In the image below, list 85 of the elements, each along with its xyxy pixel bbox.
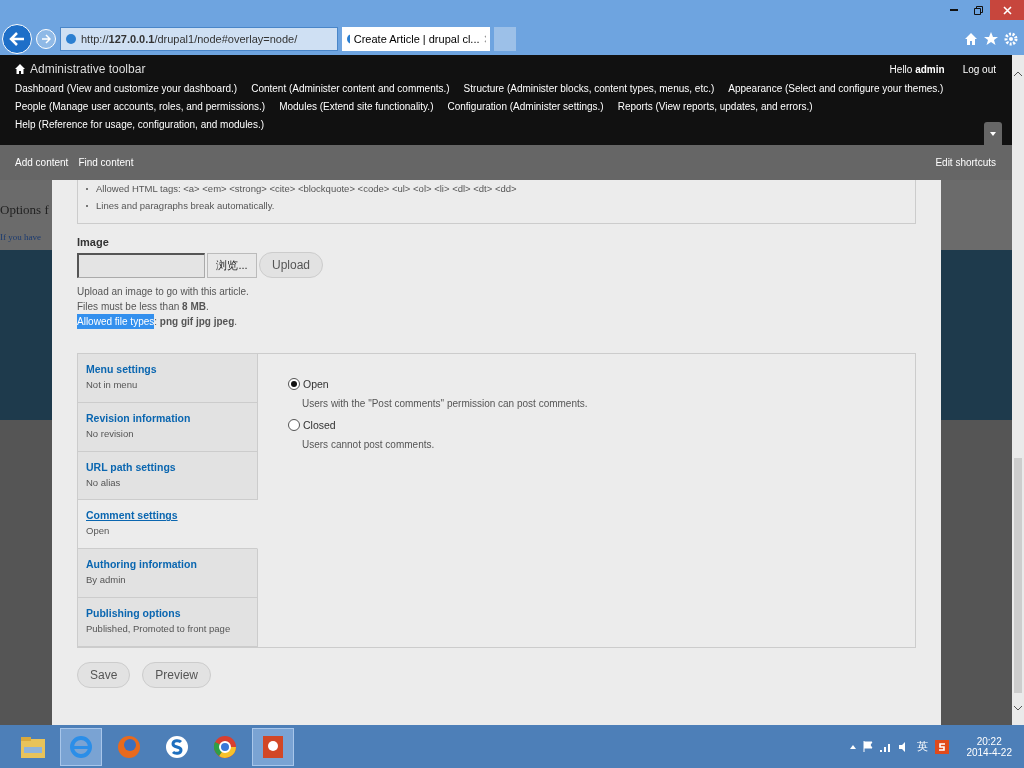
radio-button[interactable] [288,378,300,390]
url-text: http://127.0.0.1/drupal1/node#overlay=node/ [81,32,298,45]
home-icon[interactable] [15,64,25,74]
browser-tab[interactable]: Create Article | drupal cl... [342,26,490,51]
option-description: Users with the "Post comments" permission can post comments. [302,398,588,409]
tab-title: Create Article | drupal cl... [353,32,480,45]
scroll-up-icon[interactable] [1014,71,1022,77]
toolbar-title: Administrative toolbar [30,62,146,76]
menu-link[interactable]: Configuration (Administer settings.) [447,101,604,112]
caret-icon[interactable] [850,744,857,749]
arrow-right-icon [41,33,51,44]
restore-icon [973,5,983,15]
tab-title-link[interactable]: Comment settings [86,509,178,522]
radio-label: Open [303,378,329,390]
menu-link[interactable]: Appearance (Select and configure your themes.) [728,83,944,94]
logout-link[interactable]: Log out [962,63,996,75]
vertical-tab[interactable]: Authoring information By admin [78,549,258,599]
ime-indicator[interactable]: 英 [917,739,929,754]
form-button[interactable]: Save [77,662,131,688]
tab-summary: Open [86,525,110,537]
vertical-tab[interactable]: Publishing options Published, Promoted to front page [78,598,258,647]
page-heading: Options f [0,202,49,218]
flag-icon[interactable] [863,741,874,752]
taskbar-app[interactable] [252,727,294,766]
filter-tip: Allowed HTML tags: <a> <em> <strong> <cite> <blockquote> <code> <ul> <ol> <li> <dl> <dt> <dd> [96,183,517,194]
radio-button[interactable] [288,419,300,431]
field-label: Image [77,236,109,248]
tab-title-link[interactable]: Menu settings [86,363,157,375]
scrollbar[interactable] [1012,55,1024,725]
ie-icon [68,733,94,760]
vertical-tab[interactable]: Revision information No revision [78,402,258,452]
menu-link[interactable]: Structure (Administer blocks, content types, menus, etc.) [463,83,715,94]
s-square-icon[interactable] [935,739,950,754]
help-text: : png gif jpg jpeg. [154,315,238,329]
scroll-down-icon[interactable] [1014,705,1022,711]
clock[interactable]: 20:22 2014-4-22 [966,735,1012,758]
signal-icon[interactable] [880,741,893,752]
page-text: If you have [0,232,41,242]
arrow-left-icon [9,31,25,46]
back-button[interactable] [2,23,32,54]
forward-button[interactable] [36,28,56,49]
tab-title-link[interactable]: Publishing options [86,607,181,620]
scroll-thumb[interactable] [1014,458,1022,693]
menu-link[interactable]: People (Manage user accounts, roles, and permissions.) [15,101,266,112]
vertical-tab[interactable]: URL path settings No alias [78,451,258,501]
shortcut-link[interactable]: Add content [15,157,69,168]
tab-summary: By admin [86,574,126,586]
slides-icon [260,733,286,760]
s-circle-icon [164,733,190,760]
browse-button[interactable]: 浏览... [207,252,257,278]
taskbar-app[interactable] [60,727,102,766]
radio-label: Closed [303,419,336,431]
chrome-icon [212,733,238,760]
menu-link[interactable]: Help (Reference for usage, configuration, and modules.) [15,119,265,130]
toggle-button[interactable] [984,122,1002,145]
menu-link[interactable]: Modules (Extend site functionality.) [279,101,434,112]
shortcut-link[interactable]: Find content [78,157,134,168]
vertical-tab[interactable]: Menu settings Not in menu [78,354,258,403]
file-field[interactable] [77,252,205,278]
help-text: Files must be less than 8 MB. [77,300,209,314]
edit-shortcuts-link[interactable]: Edit shortcuts [935,157,996,168]
menu-link[interactable]: Reports (View reports, updates, and errors.) [617,101,813,112]
filter-tip: Lines and paragraphs break automatically. [96,200,275,211]
tab-summary: No alias [86,476,121,488]
star-icon[interactable] [984,31,998,46]
tab-title-link[interactable]: Authoring information [86,558,197,571]
tab-title-link[interactable]: Revision information [86,411,191,424]
globe-fox-icon [116,733,142,760]
caret-icon [990,131,996,136]
tab-summary: Published, Promoted to front page [86,623,231,635]
menu-link[interactable]: Dashboard (View and customize your dashboard.) [15,83,238,94]
greeting-text: Hello admin [889,63,945,75]
menu-link[interactable]: Content (Administer content and comments.) [251,83,450,94]
option-description: Users cannot post comments. [302,439,435,450]
close-button[interactable] [990,0,1024,20]
tab-title-link[interactable]: URL path settings [86,460,176,473]
address-field[interactable]: http://127.0.0.1/drupal1/node#overlay=node/ [60,26,338,51]
tab-summary: No revision [86,427,134,439]
folder-icon [20,734,46,759]
upload-button[interactable]: Upload [259,252,324,278]
help-text: Upload an image to go with this article. [77,285,249,299]
minimize-icon [950,9,958,11]
tab-summary: Not in menu [86,379,138,390]
form-button[interactable]: Preview [142,662,212,688]
settings-icon[interactable] [1004,31,1018,46]
